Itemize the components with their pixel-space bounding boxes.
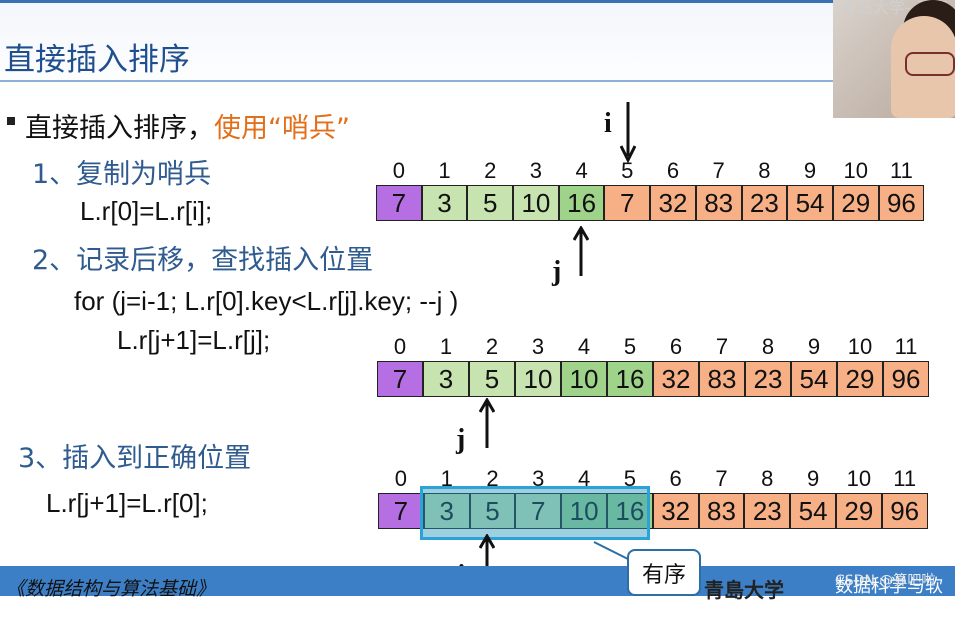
array-cell: 5	[467, 185, 514, 221]
array-cell: 16	[558, 185, 605, 221]
index-label: 0	[393, 334, 407, 359]
array-cell: 7	[376, 185, 422, 221]
index-label: 4	[575, 158, 588, 183]
array-cell: 7	[377, 361, 423, 397]
array-cell: 32	[652, 493, 699, 529]
array-cell: 10	[561, 361, 607, 397]
step-3-code: L.r[j+1]=L.r[0];	[46, 488, 208, 518]
array-row: 7 3 5 10 10 16 32 83 23 54 29 96	[377, 361, 929, 397]
bullet-square	[7, 117, 15, 125]
pointer-i-label: i	[604, 108, 612, 139]
array-cell: 7	[604, 185, 651, 221]
array-cell: 7	[378, 493, 424, 529]
array-cell: 83	[699, 361, 745, 397]
step-2-code-loop: for (j=i-1; L.r[0].key<L.r[j].key; --j )	[74, 286, 459, 316]
bullet-highlight: 使用“哨兵”	[214, 113, 350, 144]
index-label: 2	[485, 334, 499, 359]
index-label: 3	[529, 158, 543, 183]
page-title: 直接插入排序	[4, 42, 190, 78]
index-label: 0	[392, 158, 405, 183]
index-label: 1	[439, 334, 453, 359]
array-cell: 96	[883, 361, 929, 397]
index-label: 11	[889, 158, 913, 183]
index-label: 11	[894, 334, 918, 359]
sorted-highlight	[420, 486, 650, 540]
index-label: 4	[577, 334, 591, 359]
pointer-j-arrow-1	[573, 226, 589, 276]
step-2-code-move: L.r[j+1]=L.r[j];	[117, 325, 271, 355]
array-cell: 83	[698, 493, 745, 529]
array-cell: 29	[837, 361, 883, 397]
footer-university-logo: 青島大学	[704, 578, 784, 602]
index-label: 0	[394, 466, 408, 491]
index-label: 8	[761, 334, 775, 359]
step-2-title: 2、记录后移，查找插入位置	[32, 245, 374, 276]
array-cell: 83	[695, 185, 742, 221]
array-cell: 32	[653, 361, 699, 397]
index-label: 1	[438, 158, 451, 183]
array-cell: 3	[421, 185, 468, 221]
array-cell: 10	[515, 361, 561, 397]
index-label: 5	[623, 334, 637, 359]
array-cell: 23	[741, 185, 788, 221]
webcam-overlay: 青岛大学--王卓	[833, 0, 955, 118]
array-cell: 3	[423, 361, 469, 397]
step-3-title: 3、插入到正确位置	[18, 443, 252, 474]
index-label: 8	[761, 466, 774, 491]
bullet-text: 直接插入排序，使用“哨兵”	[25, 106, 350, 145]
index-label: 6	[669, 334, 683, 359]
array-cell: 54	[790, 493, 836, 529]
array-cell: 29	[832, 185, 879, 221]
index-row: 0 1 2 3 4 5 6 7 8 9 10 11	[377, 334, 929, 360]
index-label: 6	[666, 158, 680, 183]
array-cell: 23	[744, 493, 791, 529]
index-label: 6	[669, 466, 682, 491]
sorted-callout: 有序	[627, 549, 701, 596]
presenter-glasses	[905, 52, 955, 76]
array-cell: 5	[469, 361, 515, 397]
index-label: 8	[758, 158, 771, 183]
title-divider	[0, 80, 835, 82]
index-label: 9	[807, 334, 821, 359]
index-label: 7	[715, 466, 728, 491]
array-cell: 54	[787, 185, 833, 221]
array-row: 7 3 5 10 16 7 32 83 23 54 29 96	[376, 185, 925, 221]
pointer-i-arrow	[620, 102, 636, 164]
array-cell: 10	[513, 185, 559, 221]
index-row: 0 1 2 3 4 5 6 7 8 9 10 11	[376, 158, 924, 184]
index-label: 11	[893, 466, 917, 491]
index-label: 9	[803, 158, 817, 183]
pointer-j-label-2: j	[456, 424, 466, 455]
footer-course-title: 《数据结构与算法基础》	[6, 578, 216, 600]
index-label: 10	[846, 466, 872, 491]
pointer-j-arrow-2	[479, 398, 495, 448]
array-cell: 54	[791, 361, 837, 397]
array-cell: 96	[881, 493, 928, 529]
array-cell: 96	[878, 185, 925, 221]
index-label: 2	[484, 158, 497, 183]
array-cell: 32	[650, 185, 696, 221]
bullet-prefix: 直接插入排序，	[25, 113, 214, 144]
index-label: 10	[843, 158, 868, 183]
array-cell: 29	[835, 493, 882, 529]
step-1-code: L.r[0]=L.r[i];	[80, 196, 213, 226]
array-cell: 16	[607, 361, 653, 397]
index-label: 3	[531, 334, 545, 359]
index-label: 7	[715, 334, 729, 359]
array-cell: 23	[745, 361, 791, 397]
index-label: 7	[712, 158, 725, 183]
index-label: 9	[806, 466, 820, 491]
step-1-title: 1、复制为哨兵	[32, 159, 212, 190]
watermark: CSDN @算吧啦	[835, 573, 936, 589]
pointer-j-label-1: j	[552, 256, 562, 287]
index-label: 10	[847, 334, 873, 359]
